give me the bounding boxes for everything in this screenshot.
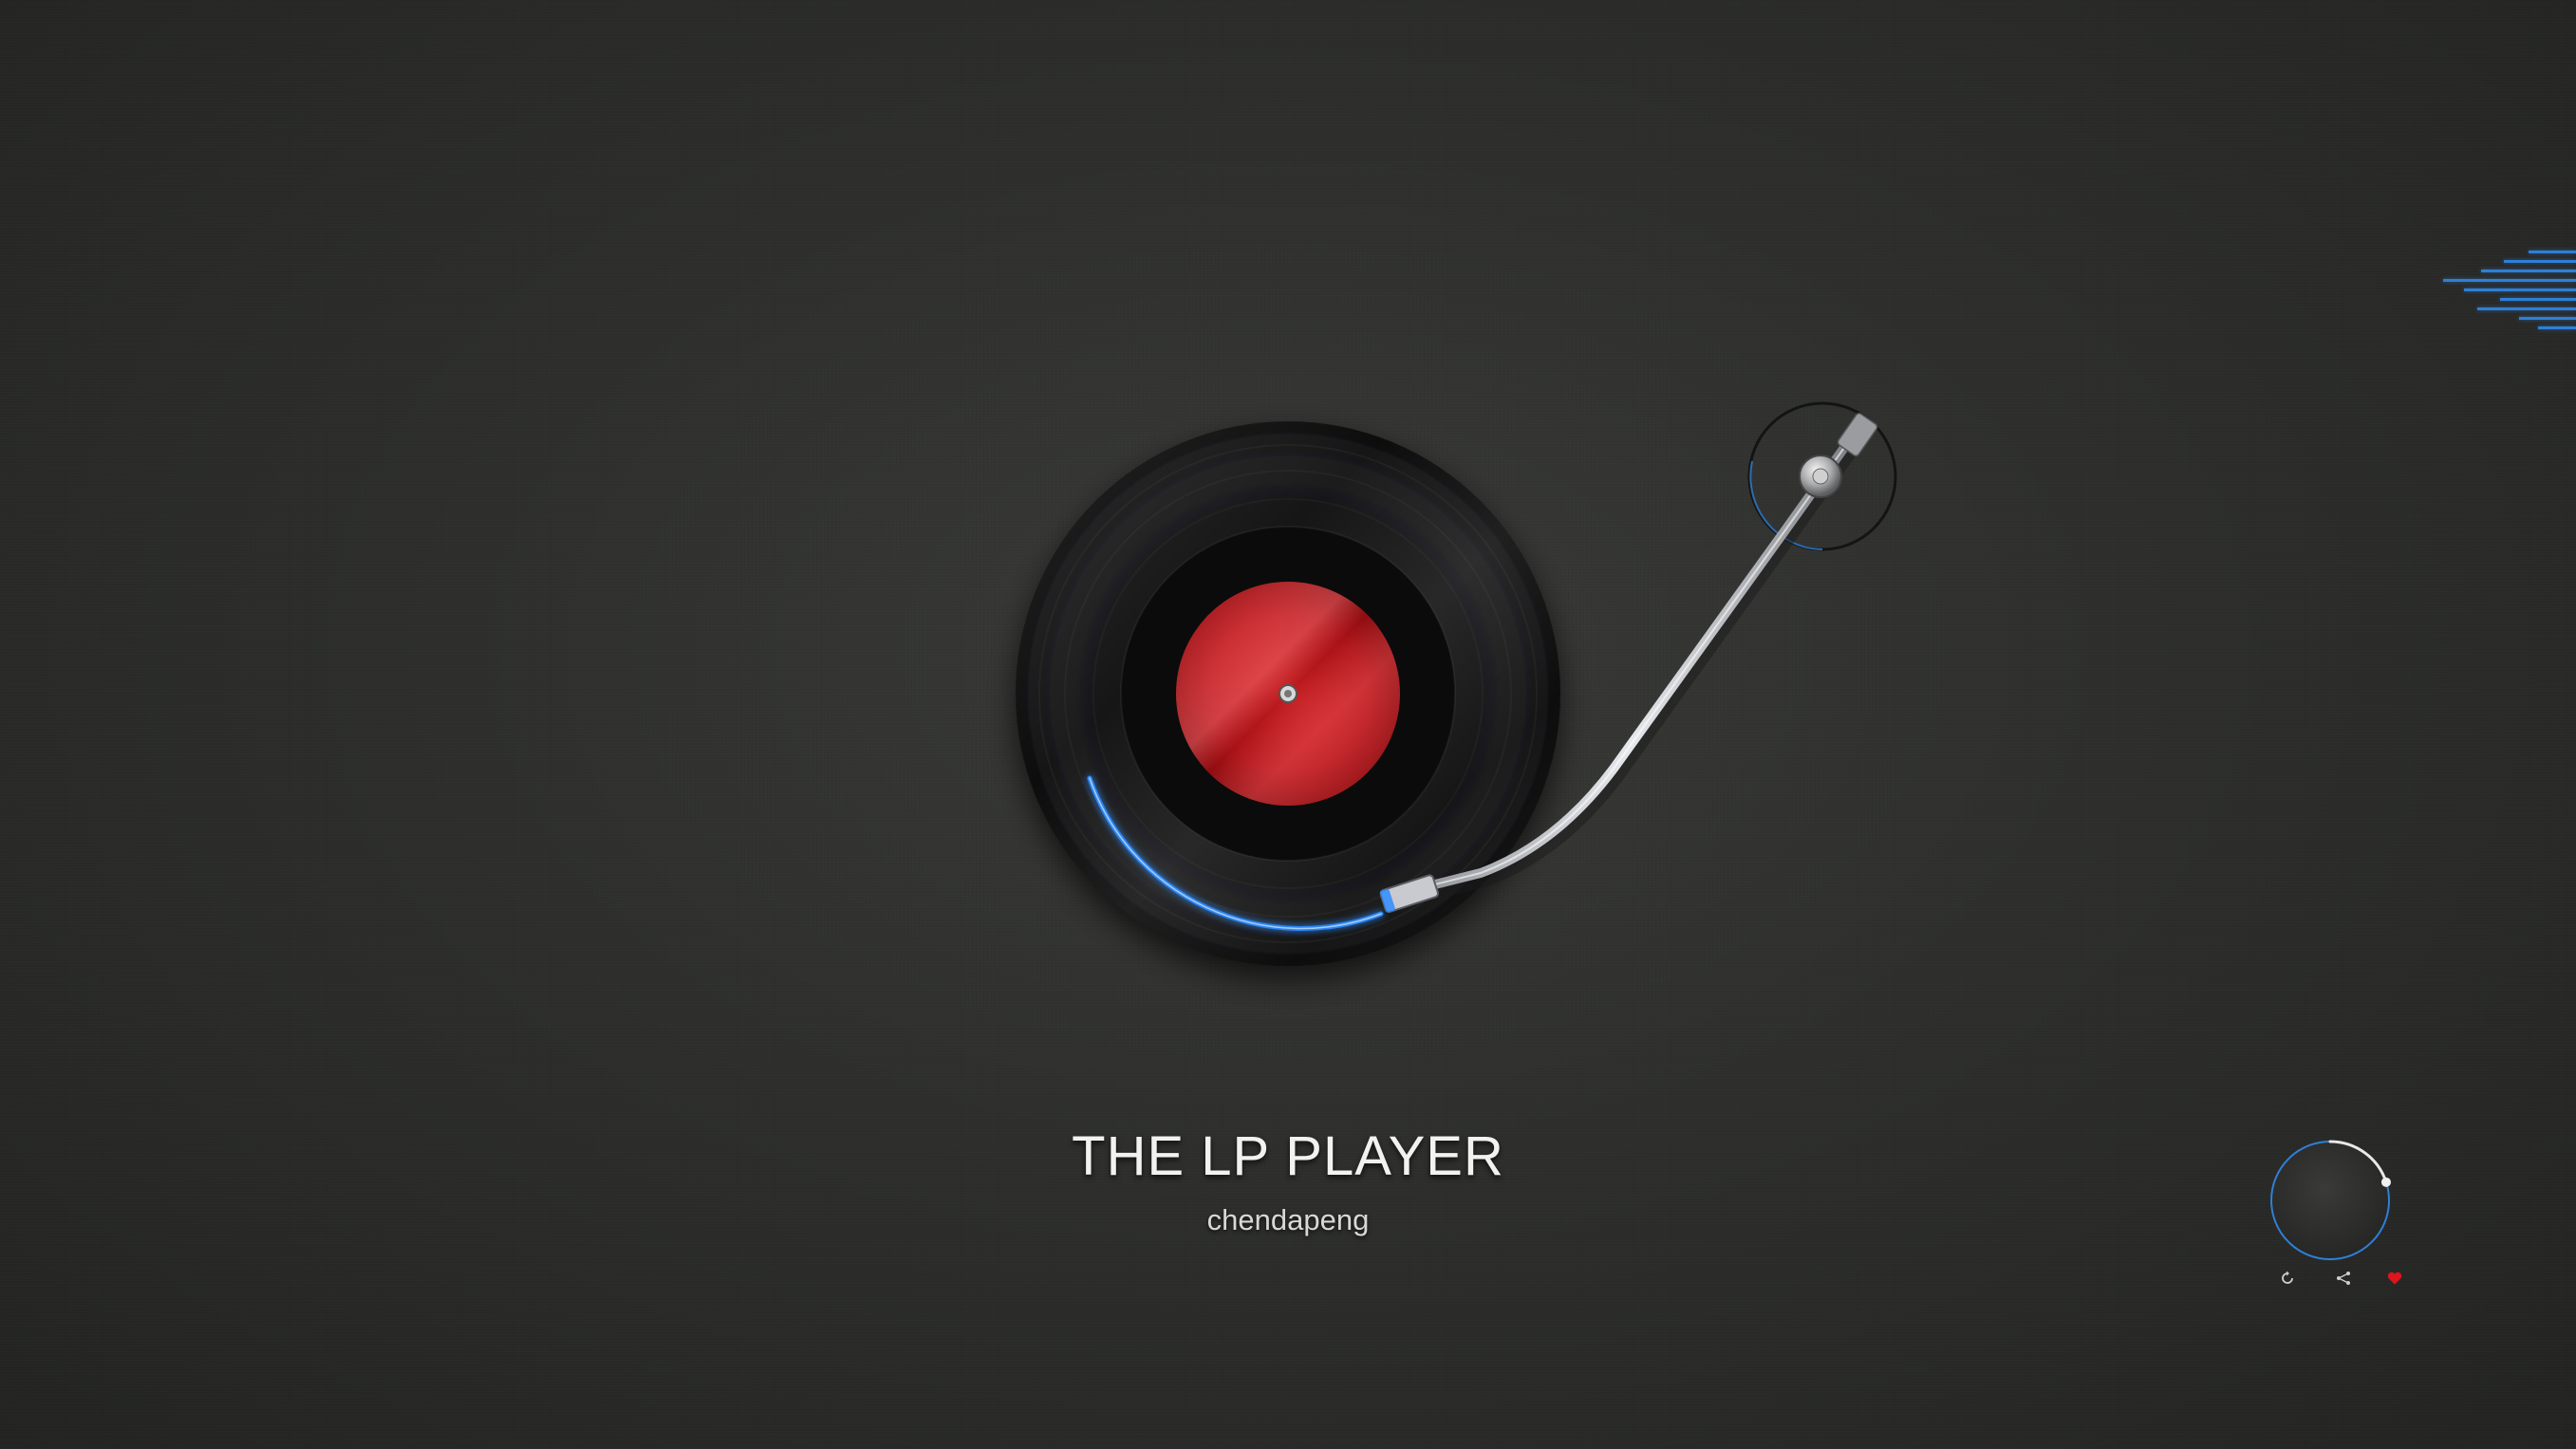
track-title: THE LP PLAYER [1072, 1125, 1504, 1187]
artist-name: chendapeng [1206, 1203, 1370, 1236]
menu-button[interactable] [2443, 247, 2576, 338]
player-controls [2259, 1129, 2402, 1300]
share-button[interactable] [2332, 1267, 2355, 1290]
record-label [1176, 582, 1400, 806]
replay-icon [2282, 1271, 2293, 1284]
replay-button[interactable] [2276, 1267, 2299, 1290]
volume-knob[interactable] [2268, 1139, 2392, 1262]
share-icon [2337, 1272, 2350, 1285]
heart-icon [2387, 1272, 2402, 1285]
favorite-button[interactable] [2383, 1267, 2406, 1290]
